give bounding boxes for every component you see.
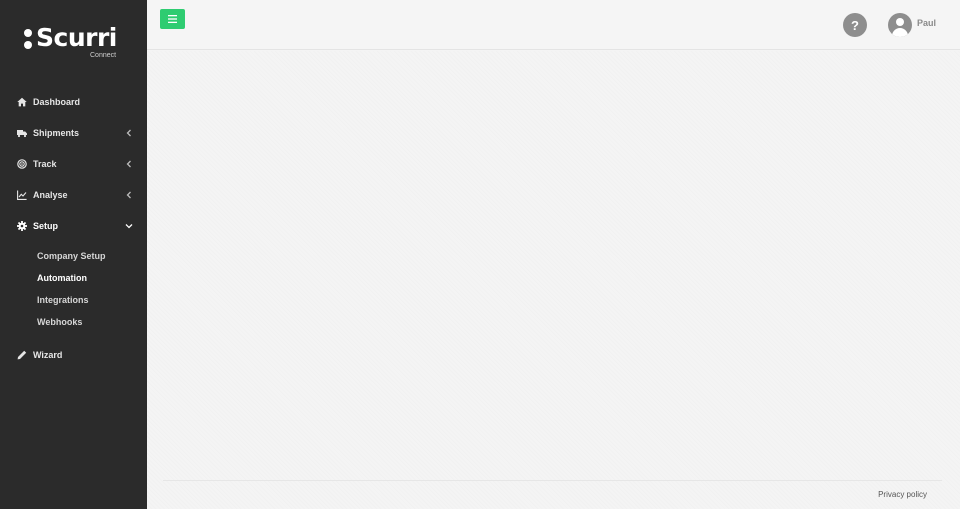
- privacy-policy-link[interactable]: Privacy policy: [878, 490, 927, 499]
- sidebar: Scurri Connect Dashboard Shipments Track: [0, 0, 147, 509]
- logo-text: Scurri: [36, 23, 117, 52]
- sidebar-item-label: Analyse: [33, 189, 68, 200]
- line-chart-icon: [16, 189, 28, 201]
- sidebar-item-label: Shipments: [33, 127, 80, 138]
- sidebar-item-shipments[interactable]: Shipments: [0, 117, 147, 148]
- scurri-logo[interactable]: Scurri Connect: [24, 23, 134, 66]
- sidebar-item-label: Dashboard: [33, 96, 81, 107]
- subnav-item-webhooks[interactable]: Webhooks: [0, 311, 147, 333]
- target-icon: [16, 158, 28, 170]
- subnav-item-company-setup[interactable]: Company Setup: [0, 245, 147, 267]
- chevron-left-icon: [125, 160, 133, 168]
- hamburger-icon: [168, 15, 177, 23]
- pencil-icon: [16, 349, 28, 361]
- logo-mark-icon: [24, 29, 32, 51]
- footer: Privacy policy: [163, 480, 942, 509]
- sidebar-item-dashboard[interactable]: Dashboard: [0, 86, 147, 117]
- chevron-left-icon: [125, 129, 133, 137]
- subnav-item-integrations[interactable]: Integrations: [0, 289, 147, 311]
- sidebar-toggle-button[interactable]: [160, 9, 185, 29]
- chevron-down-icon: [125, 222, 133, 230]
- main-content: [147, 51, 960, 509]
- sidebar-item-label: Track: [33, 158, 57, 169]
- home-icon: [16, 96, 28, 108]
- sidebar-item-wizard[interactable]: Wizard: [0, 339, 147, 370]
- truck-icon: [16, 127, 28, 139]
- sidebar-item-track[interactable]: Track: [0, 148, 147, 179]
- sidebar-nav: Dashboard Shipments Track Analyse Setup …: [0, 86, 147, 370]
- logo-subtitle: Connect: [90, 52, 117, 59]
- help-button[interactable]: ?: [843, 13, 867, 37]
- topbar: ? Paul: [147, 0, 960, 50]
- subnav-item-automation[interactable]: Automation: [0, 267, 147, 289]
- gear-icon: [16, 220, 28, 232]
- sidebar-item-label: Setup: [33, 220, 59, 231]
- user-avatar-icon[interactable]: [888, 13, 912, 37]
- chevron-left-icon: [125, 191, 133, 199]
- sidebar-item-analyse[interactable]: Analyse: [0, 179, 147, 210]
- user-name[interactable]: Paul: [917, 18, 936, 28]
- sidebar-item-setup[interactable]: Setup: [0, 210, 147, 241]
- sidebar-item-label: Wizard: [33, 349, 63, 360]
- setup-subnav: Company Setup Automation Integrations We…: [0, 241, 147, 339]
